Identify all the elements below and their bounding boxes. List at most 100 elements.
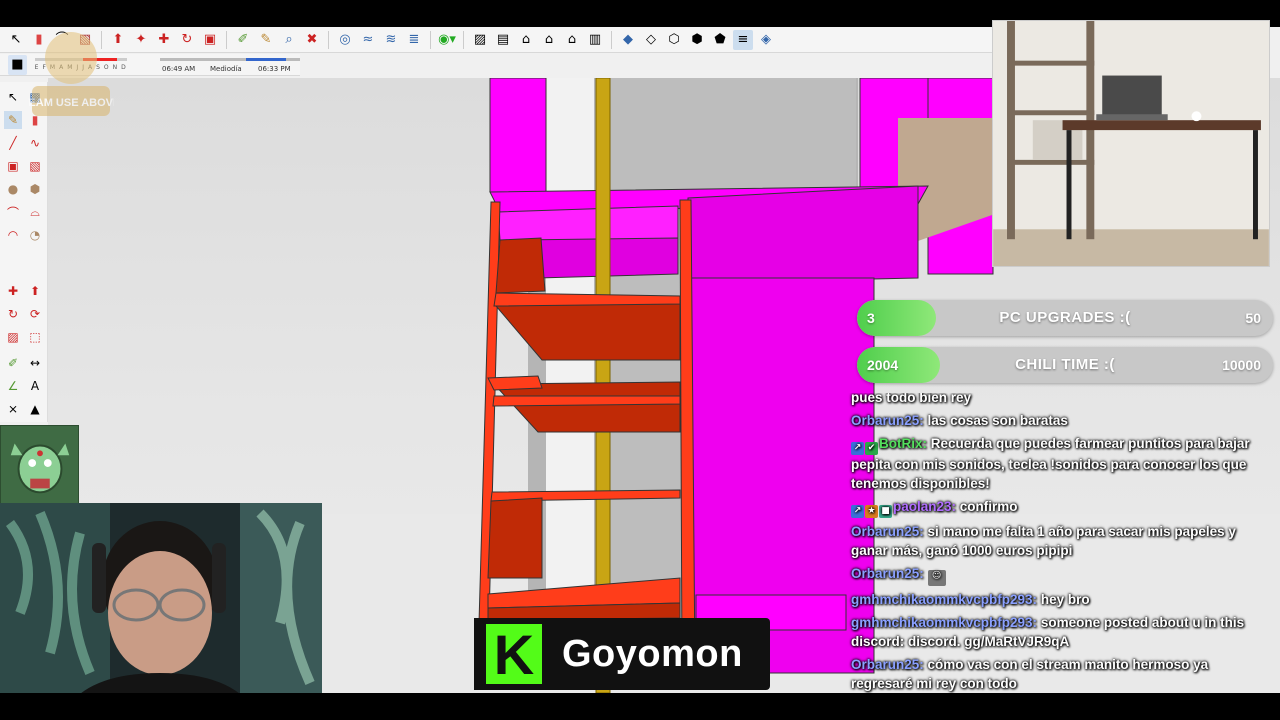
kick-logo-letter: K [494, 624, 534, 684]
components-icon[interactable]: ◈ [756, 30, 776, 50]
laptop-base [1096, 114, 1168, 121]
paint-icon[interactable]: ✎ [256, 30, 276, 50]
bot-badge-icon: ↗ [851, 442, 864, 455]
headphone-left [92, 543, 106, 613]
camera-dropdown-icon[interactable]: ◉▾ [437, 30, 457, 50]
x-ray-icon[interactable]: ≈ [358, 30, 378, 50]
rotate-tool-icon[interactable]: ↻ [4, 305, 22, 323]
shadow-toggle-icon[interactable]: ■ [8, 54, 27, 75]
chat-username[interactable]: Orbarun25: [851, 413, 924, 428]
webcam-feed [0, 503, 322, 720]
axes-tool-icon[interactable]: ⨯ [4, 400, 22, 418]
styles-icon[interactable]: ≣ [404, 30, 424, 50]
paint-bucket-tool-icon[interactable]: ✎ [4, 111, 22, 129]
push-pull-tool-icon[interactable]: ⬆ [26, 282, 44, 300]
toolbar-separator [611, 30, 612, 49]
chat-text: confirmo [959, 499, 1018, 514]
freehand-tool-icon[interactable]: ∿ [26, 134, 44, 152]
text-tool-icon[interactable]: A [26, 377, 44, 395]
bookcase-shelf-3 [1007, 159, 1095, 165]
front-view-icon[interactable]: ⌂ [516, 30, 536, 50]
chat-message: Orbarun25: cómo vas con el stream manito… [851, 655, 1270, 693]
chat-username[interactable]: gmhmchikaommkvcpbfp293: [851, 615, 1037, 630]
chat-message: Orbarun25: ☺ [851, 564, 1270, 586]
headphone-right [212, 543, 226, 613]
toolbar-separator [463, 30, 464, 49]
avatar-eye-left [28, 459, 37, 467]
time-slider[interactable]: 06:49 AM Mediodía 06:33 PM [160, 55, 300, 75]
avatar-gem [37, 450, 43, 457]
arc-tool-icon[interactable]: ⌒ [4, 203, 22, 221]
chat-message: ↗ ✔ BotRix: Recuerda que puedes farmear pu… [851, 434, 1270, 493]
monochrome-icon[interactable]: ⬟ [710, 30, 730, 50]
textured-icon[interactable]: ⬢ [687, 30, 707, 50]
right-view-icon[interactable]: ⌂ [539, 30, 559, 50]
tape-measure-icon[interactable]: ✐ [233, 30, 253, 50]
team-logo-emblem [45, 32, 97, 84]
desk-leg-left [1066, 130, 1072, 240]
verified-badge-icon: ✔ [865, 442, 878, 455]
move-tool-icon[interactable]: ✚ [4, 282, 22, 300]
hidden-line-icon[interactable]: ◇ [641, 30, 661, 50]
3d-text-tool-icon[interactable]: ▲ [26, 400, 44, 418]
goal-bar-chili-time: 2004 CHILI TIME :( 10000 [857, 347, 1273, 383]
chat-username[interactable]: Orbarun25: [851, 657, 924, 672]
team-logo-text: TEAM USE ABOVE [28, 97, 114, 109]
rotated-rectangle-icon[interactable]: ▧ [26, 157, 44, 175]
bot-badge-icon: ↗ [851, 505, 864, 518]
tape-tool-icon[interactable]: ✐ [4, 354, 22, 372]
shelf-block-3 [487, 497, 543, 579]
left-view-icon[interactable]: ▥ [585, 30, 605, 50]
circle-tool-icon[interactable]: ● [4, 180, 22, 198]
zoom-icon[interactable]: ⌕ [279, 30, 299, 50]
three-point-arc-icon[interactable]: ◠ [4, 226, 22, 244]
move-icon[interactable]: ✚ [154, 30, 174, 50]
layers-icon[interactable]: ≡ [733, 29, 753, 50]
iso-view-icon[interactable]: ▨ [470, 30, 490, 50]
toolbar-separator [328, 30, 329, 49]
rectangle-tool-icon[interactable]: ▣ [4, 157, 22, 175]
coffee-cup [1191, 111, 1202, 122]
line-tool-icon[interactable]: ╱ [4, 134, 22, 152]
chat-username[interactable]: Orbarun25: [851, 566, 924, 581]
shaded-icon[interactable]: ⬡ [664, 30, 684, 50]
scale-icon[interactable]: ▣ [200, 30, 220, 50]
chat-emote-icon: ☺ [927, 570, 946, 586]
select-tool-icon[interactable]: ↖ [4, 88, 22, 106]
follow-me-tool-icon[interactable]: ⟳ [26, 305, 44, 323]
toolbar-separator [430, 30, 431, 49]
chat-username[interactable]: BotRix: [879, 436, 927, 451]
chat-message: pues todo bien rey [851, 393, 1270, 407]
section-plane-icon[interactable]: ◎ [335, 30, 355, 50]
zoom-extents-icon[interactable]: ✖ [302, 30, 322, 50]
follow-me-icon[interactable]: ✦ [131, 30, 151, 50]
dimension-tool-icon[interactable]: ↔ [26, 354, 44, 372]
chat-username[interactable]: paolan23: [893, 499, 956, 514]
streamer-name: Goyomon [562, 632, 743, 675]
scale-tool-icon[interactable]: ▨ [4, 328, 22, 346]
back-view-icon[interactable]: ⌂ [562, 30, 582, 50]
magenta-left-post [489, 78, 547, 193]
rotate-icon[interactable]: ↻ [177, 30, 197, 50]
time-start-label: 06:49 AM [162, 64, 196, 73]
two-point-arc-icon[interactable]: ⌓ [26, 203, 44, 221]
back-edges-icon[interactable]: ≋ [381, 30, 401, 50]
bookcase-shelf-2 [1007, 110, 1095, 116]
chat-message: Orbarun25: las cosas son baratas [851, 411, 1270, 430]
avatar-mouth [30, 478, 50, 489]
offset-tool-icon[interactable]: ⬚ [26, 328, 44, 346]
pie-tool-icon[interactable]: ◔ [26, 226, 44, 244]
select-icon[interactable]: ↖ [6, 30, 26, 50]
chat-overlay: pues todo bien rey Orbarun25: las cosas s… [846, 393, 1280, 720]
time-fill [246, 57, 286, 61]
chat-message: ↗ ★ ■ paolan23: confirmo [851, 497, 1270, 518]
polygon-tool-icon[interactable]: ⬢ [26, 180, 44, 198]
chat-username[interactable]: Orbarun25: [851, 524, 924, 539]
chat-text: hey bro [1040, 592, 1090, 607]
chat-username[interactable]: gmhmchikaommkvcpbfp293: [851, 592, 1037, 607]
protractor-tool-icon[interactable]: ∠ [4, 377, 22, 395]
desk-top [1062, 120, 1261, 131]
top-view-icon[interactable]: ▤ [493, 30, 513, 50]
wireframe-icon[interactable]: ◆ [618, 30, 638, 50]
main-toolbar: ↖ ▮ ⌒ ▧ ⬆ ✦ ✚ ↻ ▣ ✐ ✎ ⌕ ✖ ◎ ≈ ≋ ≣ ◉▾ ▨ ▤… [0, 27, 1000, 53]
